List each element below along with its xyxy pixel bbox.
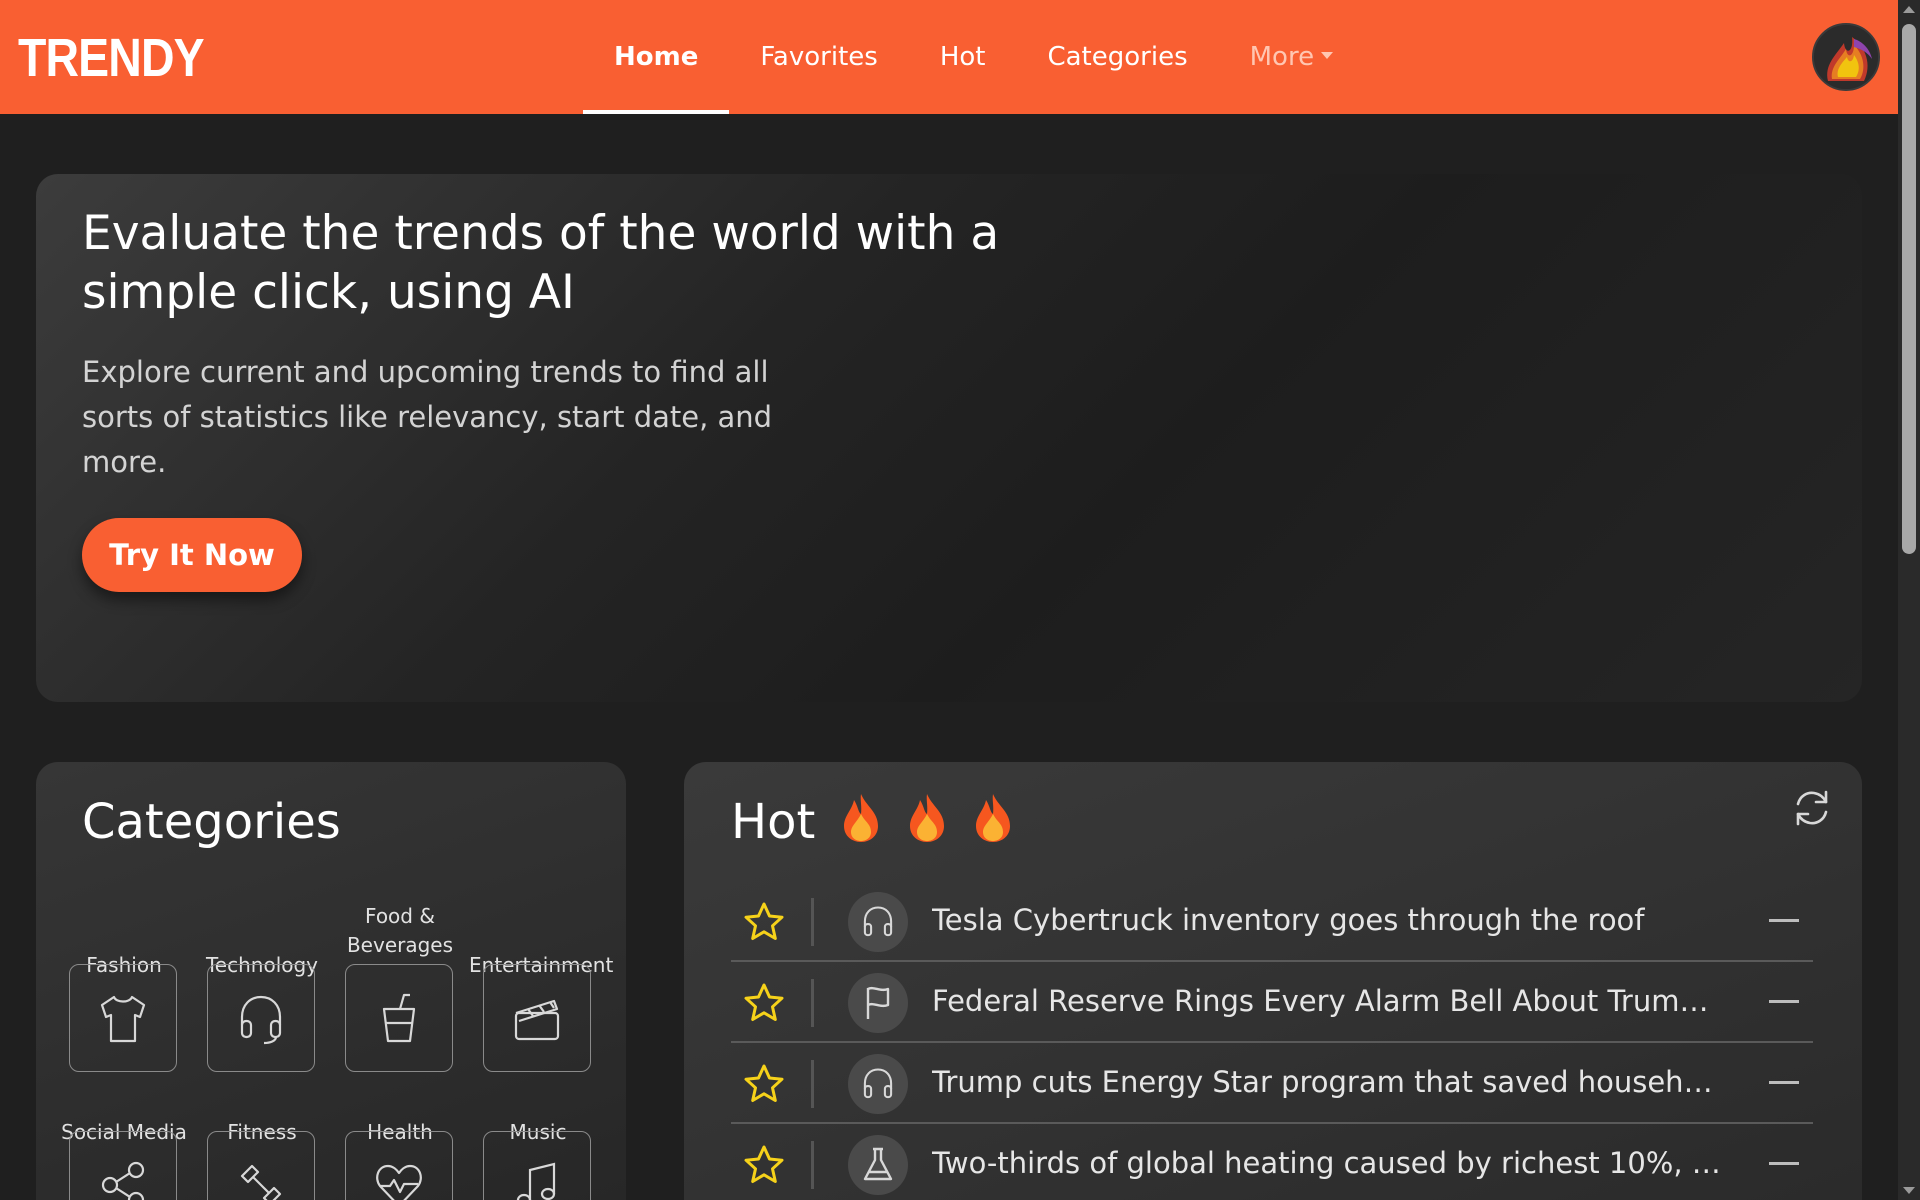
category-fitness-tile[interactable]	[207, 1131, 315, 1200]
nav-hot[interactable]: Hot	[909, 0, 1017, 114]
nav-home[interactable]: Home	[583, 0, 730, 114]
row-category-badge	[848, 1054, 908, 1114]
scroll-down-arrow-icon[interactable]	[1903, 1187, 1915, 1194]
row-divider	[811, 979, 814, 1027]
clapperboard-icon	[514, 999, 560, 1041]
row-divider	[811, 1141, 814, 1189]
top-navbar: TRENDY Home Favorites Hot Categories Mor…	[0, 0, 1898, 114]
hot-row-title[interactable]: Tesla Cybertruck inventory goes through …	[932, 881, 1722, 960]
hot-row-title[interactable]: Federal Reserve Rings Every Alarm Bell A…	[932, 962, 1722, 1041]
row-divider	[811, 1060, 814, 1108]
flame-icon	[844, 794, 878, 842]
nav-favorites[interactable]: Favorites	[729, 0, 908, 114]
nav-categories[interactable]: Categories	[1016, 0, 1218, 114]
category-food-beverages-tile[interactable]	[345, 964, 453, 1072]
headphones-icon	[863, 906, 893, 937]
share-icon	[101, 1161, 145, 1200]
collapse-minus-icon[interactable]	[1769, 1162, 1799, 1165]
scroll-up-arrow-icon[interactable]	[1903, 6, 1915, 13]
categories-title: Categories	[82, 794, 341, 850]
row-divider	[811, 898, 814, 946]
tshirt-icon	[100, 995, 146, 1043]
headphones-icon	[240, 995, 282, 1045]
nav-hot-label: Hot	[939, 42, 986, 72]
row-category-badge	[848, 1135, 908, 1195]
nav-home-label: Home	[614, 42, 699, 72]
hero-subtitle: Explore current and upcoming trends to f…	[82, 355, 773, 479]
refresh-button[interactable]	[1790, 786, 1834, 830]
star-icon	[744, 1064, 784, 1102]
brand-logo[interactable]: TRENDY	[18, 30, 205, 86]
dumbbell-icon	[240, 1164, 282, 1200]
hero-title: Evaluate the trends of the world with a …	[82, 206, 1000, 320]
scrollbar-thumb[interactable]	[1902, 24, 1916, 554]
music-note-icon	[516, 1162, 556, 1200]
category-technology-tile[interactable]	[207, 964, 315, 1072]
hot-flames	[840, 792, 1014, 844]
favorite-star-button[interactable]	[743, 901, 785, 943]
hot-row[interactable]: Trump cuts Energy Star program that save…	[731, 1043, 1813, 1124]
hot-row[interactable]: Two-thirds of global heating caused by r…	[731, 1124, 1813, 1200]
nav-favorites-label: Favorites	[760, 42, 878, 72]
headphones-icon	[863, 1068, 893, 1099]
page-scrollbar[interactable]	[1898, 0, 1920, 1200]
category-food-beverages[interactable]: Food & Beverages	[331, 900, 469, 960]
cup-straw-icon	[382, 993, 416, 1043]
nav-links: Home Favorites Hot Categories More	[583, 0, 1364, 114]
hero-banner: Evaluate the trends of the world with a …	[36, 174, 1862, 702]
hot-title: Hot	[731, 794, 816, 850]
star-icon	[744, 983, 784, 1021]
category-label: Food & Beverages	[346, 904, 454, 957]
flame-icon	[976, 794, 1010, 842]
star-icon	[744, 902, 784, 940]
refresh-icon	[1796, 790, 1828, 826]
hot-row-title[interactable]: Two-thirds of global heating caused by r…	[932, 1124, 1722, 1200]
flask-icon	[863, 1147, 893, 1181]
flame-logo-icon	[1814, 25, 1878, 89]
category-health-tile[interactable]	[345, 1131, 453, 1200]
row-category-badge	[848, 892, 908, 952]
row-category-badge	[848, 973, 908, 1033]
collapse-minus-icon[interactable]	[1769, 1000, 1799, 1003]
category-entertainment-tile[interactable]	[483, 964, 591, 1072]
hot-row-title[interactable]: Trump cuts Energy Star program that save…	[932, 1043, 1722, 1122]
nav-more-dropdown[interactable]: More	[1219, 0, 1364, 114]
user-avatar[interactable]	[1812, 23, 1880, 91]
categories-panel: Categories Fashion Technology Food & Bev…	[36, 762, 626, 1200]
favorite-star-button[interactable]	[743, 1144, 785, 1186]
star-icon	[744, 1145, 784, 1183]
nav-more-label: More	[1249, 42, 1315, 72]
try-it-now-button[interactable]: Try It Now	[82, 518, 302, 592]
favorite-star-button[interactable]	[743, 1063, 785, 1105]
collapse-minus-icon[interactable]	[1769, 919, 1799, 922]
nav-categories-label: Categories	[1047, 42, 1188, 72]
caret-down-icon	[1321, 51, 1334, 59]
hot-row[interactable]: Federal Reserve Rings Every Alarm Bell A…	[731, 962, 1813, 1043]
flag-icon	[866, 986, 890, 1019]
hot-panel: Hot Tesla Cybertruck inventory goes thro…	[684, 762, 1862, 1200]
hot-row[interactable]: Tesla Cybertruck inventory goes through …	[731, 881, 1813, 962]
favorite-star-button[interactable]	[743, 982, 785, 1024]
category-music-tile[interactable]	[483, 1131, 591, 1200]
heart-pulse-icon	[376, 1164, 422, 1200]
flame-icon	[910, 794, 944, 842]
category-social-media-tile[interactable]	[69, 1131, 177, 1200]
category-fashion-tile[interactable]	[69, 964, 177, 1072]
collapse-minus-icon[interactable]	[1769, 1081, 1799, 1084]
